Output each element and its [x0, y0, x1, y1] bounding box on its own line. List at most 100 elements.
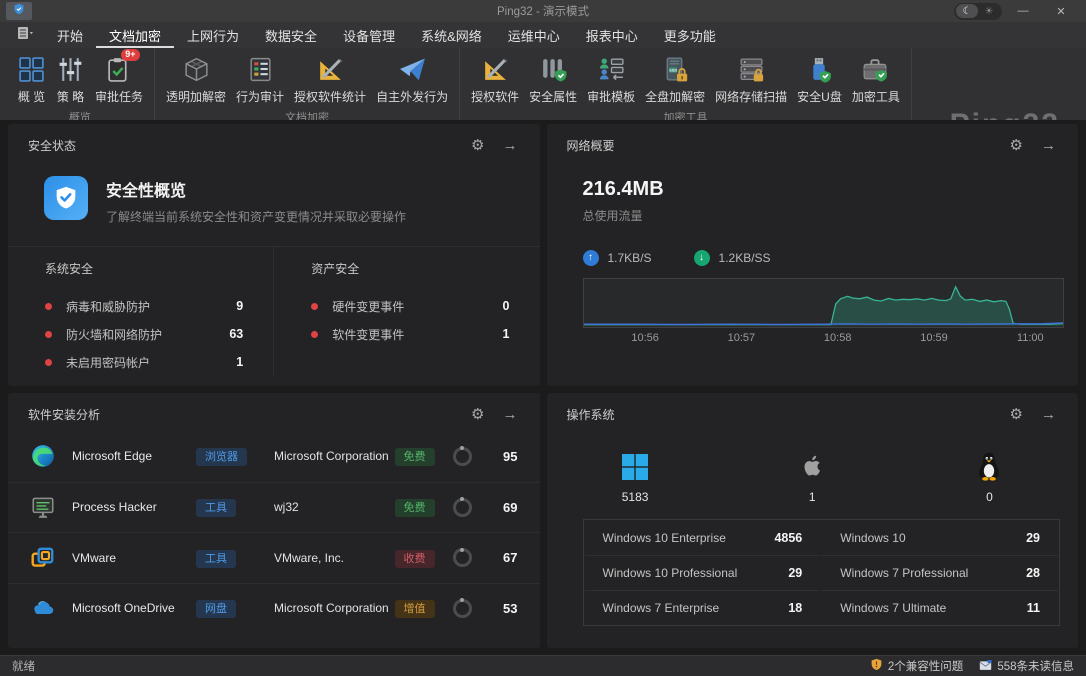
- minimize-button[interactable]: —: [1006, 1, 1040, 21]
- svg-text:SSD: SSD: [669, 67, 677, 72]
- close-button[interactable]: ✕: [1044, 1, 1078, 21]
- theme-toggle[interactable]: ☾ ☀: [954, 3, 1002, 20]
- software-row[interactable]: Microsoft OneDrive 网盘 Microsoft Corporat…: [8, 583, 540, 634]
- panel-title: 安全状态: [28, 137, 76, 154]
- metric-label: 防火墙和网络防护: [66, 326, 162, 343]
- os-table-row: Windows 10 Enterprise 4856 Windows 10 29: [584, 520, 1060, 555]
- ribbon-button-label: 全盘加解密: [645, 88, 705, 105]
- window-controls: ☾ ☀ — ✕: [954, 1, 1086, 21]
- network-storage-scan-button[interactable]: 网络存储扫描: [710, 51, 792, 107]
- security-attributes-button[interactable]: 安全属性: [524, 51, 582, 107]
- security-overview-subtitle: 了解终端当前系统安全性和资产变更情况并采取必要操作: [106, 208, 406, 225]
- tab-ops-center[interactable]: 运维中心: [495, 22, 573, 48]
- alert-dot-icon: [45, 359, 52, 366]
- open-panel-arrow-icon[interactable]: →: [503, 138, 518, 153]
- encryption-tools-button[interactable]: 加密工具: [847, 51, 905, 107]
- tab-document-encryption[interactable]: 文档加密: [96, 22, 174, 48]
- settings-gear-icon[interactable]: ⚙: [1010, 138, 1023, 153]
- os-version-count: 28: [1026, 566, 1040, 580]
- file-menu-button[interactable]: [12, 25, 38, 45]
- panel-network-summary: 网络概要 ⚙ → 216.4MB 总使用流量 ↑ 1.7KB/S ↓ 1.2KB…: [547, 124, 1079, 386]
- settings-gear-icon[interactable]: ⚙: [471, 407, 484, 422]
- metric-value: 1: [236, 355, 243, 369]
- open-panel-arrow-icon[interactable]: →: [1041, 138, 1056, 153]
- tab-report-center[interactable]: 报表中心: [573, 22, 651, 48]
- audit-report-icon: [246, 53, 275, 86]
- software-score: 67: [492, 550, 518, 565]
- software-score: 95: [492, 449, 518, 464]
- tab-device-management[interactable]: 设备管理: [330, 22, 408, 48]
- os-table-cell: Windows 10 29: [822, 520, 1058, 555]
- approval-tasks-button[interactable]: 9+ 审批任务: [90, 51, 148, 107]
- policy-button[interactable]: 策 略: [51, 51, 90, 107]
- full-disk-encryption-button[interactable]: SSD 全盘加解密: [640, 51, 710, 107]
- authorized-software-stats-button[interactable]: 授权软件统计: [289, 51, 371, 107]
- chart-x-tick: 10:59: [920, 332, 948, 344]
- os-family-windows: 5183: [547, 447, 724, 504]
- price-badge: 免费: [395, 448, 435, 466]
- compatibility-issues-status[interactable]: 2个兼容性问题: [870, 658, 963, 674]
- ssd-lock-icon: SSD: [661, 53, 690, 86]
- software-row[interactable]: Process Hacker 工具 wj32 免费 69: [8, 482, 540, 533]
- paper-plane-icon: [398, 53, 427, 86]
- people-list-icon: [597, 53, 626, 86]
- warning-shield-icon: [870, 658, 883, 674]
- os-version-count: 11: [1027, 601, 1040, 615]
- category-badge: 浏览器: [196, 448, 247, 466]
- light-mode-icon[interactable]: ☀: [980, 6, 998, 17]
- software-row[interactable]: VMware 工具 VMware, Inc. 收费 67: [8, 532, 540, 583]
- software-score: 53: [492, 601, 518, 616]
- software-row[interactable]: Microsoft Edge 浏览器 Microsoft Corporation…: [8, 431, 540, 482]
- ribbon-button-label: 审批模板: [587, 88, 635, 105]
- settings-gear-icon[interactable]: ⚙: [471, 138, 484, 153]
- score-ring-icon: [453, 498, 472, 517]
- message-icon: [979, 659, 992, 674]
- security-metric-row: 软件变更事件 1: [311, 320, 509, 348]
- security-metric-row: 病毒和威胁防护 9: [45, 292, 243, 320]
- os-version-label: Windows 7 Ultimate: [840, 601, 946, 615]
- self-outgoing-behavior-button[interactable]: 自主外发行为: [371, 51, 453, 107]
- tab-system-network[interactable]: 系统&网络: [408, 22, 495, 48]
- menubar: 开始 文档加密 上网行为 数据安全 设备管理 系统&网络 运维中心 报表中心 更…: [0, 22, 1086, 48]
- authorized-software-button[interactable]: 授权软件: [466, 51, 524, 107]
- ribbon-button-label: 概 览: [18, 88, 45, 105]
- panel-software-analysis: 软件安装分析 ⚙ → Microsoft Edge 浏览器 Microsoft …: [8, 393, 540, 648]
- os-version-count: 29: [788, 566, 802, 580]
- price-badge: 免费: [395, 499, 435, 517]
- approval-template-button[interactable]: 审批模板: [582, 51, 640, 107]
- tab-web-behavior[interactable]: 上网行为: [174, 22, 252, 48]
- edge-browser-icon: [30, 443, 56, 469]
- metric-label: 病毒和威胁防护: [66, 298, 150, 315]
- tab-home[interactable]: 开始: [44, 22, 96, 48]
- download-rate: ↓ 1.2KB/SS: [694, 250, 771, 266]
- open-panel-arrow-icon[interactable]: →: [1041, 407, 1056, 422]
- panel-title: 网络概要: [567, 137, 615, 154]
- score-ring-icon: [453, 447, 472, 466]
- windows-logo-icon: [621, 447, 649, 481]
- transparent-encryption-button[interactable]: 透明加解密: [161, 51, 231, 107]
- unread-messages-status[interactable]: 558条未读信息: [979, 658, 1074, 674]
- os-table-row: Windows 10 Professional 29 Windows 7 Pro…: [584, 555, 1060, 590]
- secure-usb-button[interactable]: 安全U盘: [792, 51, 847, 107]
- tab-data-security[interactable]: 数据安全: [252, 22, 330, 48]
- os-table-cell: Windows 10 Professional 29: [585, 555, 821, 590]
- behavior-audit-button[interactable]: 行为审计: [231, 51, 289, 107]
- open-panel-arrow-icon[interactable]: →: [503, 407, 518, 422]
- overview-button[interactable]: 概 览: [12, 51, 51, 107]
- dark-mode-icon[interactable]: ☾: [956, 4, 978, 18]
- column-heading: 资产安全: [311, 260, 509, 277]
- price-badge: 增值: [395, 600, 435, 618]
- os-family-linux: 0: [901, 447, 1078, 504]
- download-arrow-icon: ↓: [694, 250, 710, 266]
- software-name: VMware: [72, 551, 196, 565]
- metric-label: 软件变更事件: [332, 326, 404, 343]
- os-table-row: Windows 7 Enterprise 18 Windows 7 Ultima…: [584, 590, 1060, 625]
- app-logo-icon: [13, 2, 25, 20]
- chart-x-tick: 10:58: [824, 332, 852, 344]
- settings-gear-icon[interactable]: ⚙: [1010, 407, 1023, 422]
- security-overview-title: 安全性概览: [106, 177, 406, 201]
- tab-more-features[interactable]: 更多功能: [651, 22, 729, 48]
- security-overview-hero: 安全性概览 了解终端当前系统安全性和资产变更情况并采取必要操作: [44, 176, 520, 225]
- network-traffic-chart: [583, 278, 1065, 328]
- app-menu-button[interactable]: [6, 2, 32, 20]
